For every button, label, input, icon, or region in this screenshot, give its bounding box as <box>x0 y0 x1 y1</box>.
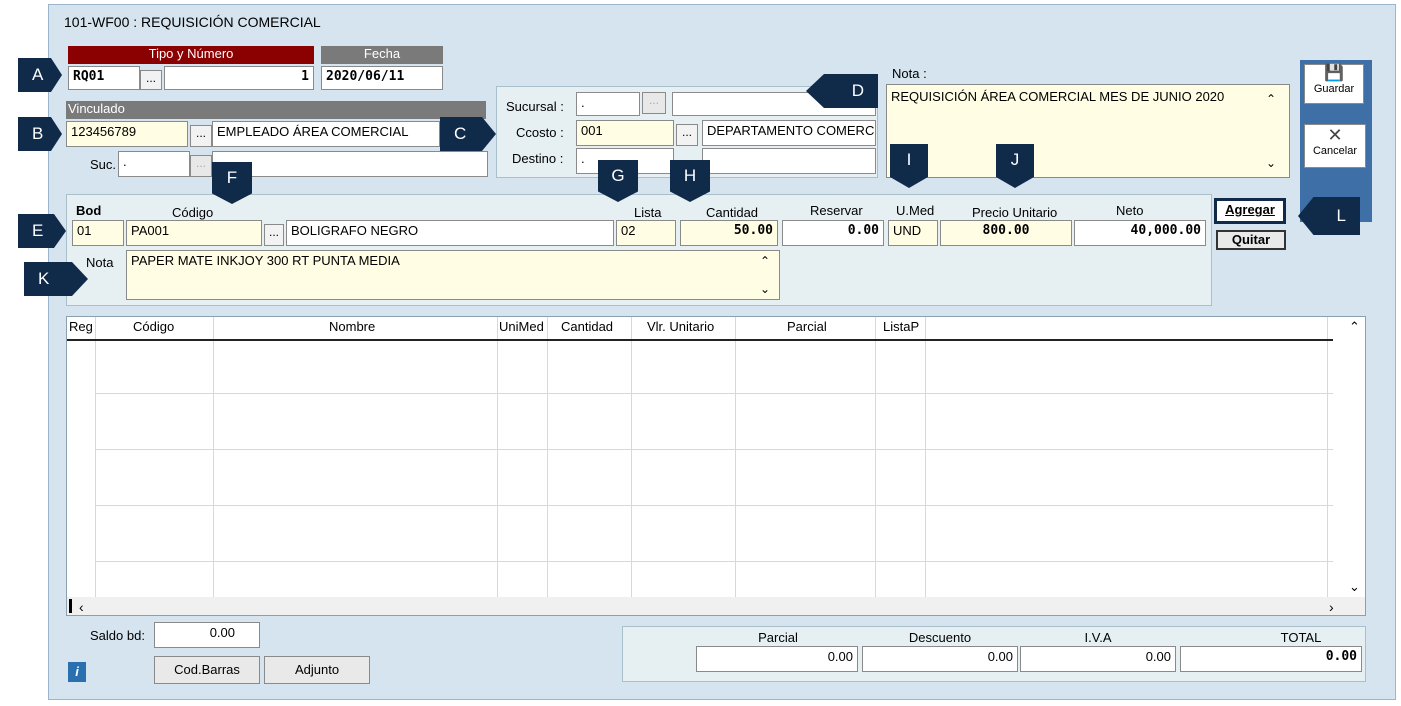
grid-row-divider <box>95 561 1335 562</box>
grid-header-unimed[interactable]: UniMed <box>499 319 544 334</box>
descuento-field: 0.00 <box>862 646 1018 672</box>
guardar-button[interactable]: 💾 Guardar <box>1304 64 1364 104</box>
chevron-down-icon[interactable]: ⌄ <box>1349 579 1360 595</box>
sucursal-lookup-button[interactable]: ... <box>642 92 666 114</box>
suc-name-field[interactable] <box>212 151 488 177</box>
tipo-field[interactable]: RQ01 <box>68 66 140 90</box>
suc-label: Suc. <box>90 157 117 172</box>
grid-col-divider <box>1327 317 1328 615</box>
grid-col-divider <box>925 317 926 615</box>
codigo-label: Código <box>172 205 214 220</box>
lista-field[interactable]: 02 <box>616 220 676 246</box>
ccosto-field[interactable]: 001 <box>576 120 674 146</box>
total-label: TOTAL <box>1280 630 1322 645</box>
descuento-label: Descuento <box>908 630 972 645</box>
cantidad-field[interactable]: 50.00 <box>680 220 778 246</box>
bod-field[interactable]: 01 <box>72 220 124 246</box>
grid-row-divider <box>95 505 1335 506</box>
grid-col-divider <box>631 317 632 615</box>
cancel-icon: ✕ <box>1327 125 1343 145</box>
chevron-right-icon[interactable]: › <box>1329 599 1334 615</box>
reservar-label: Reservar <box>810 203 863 218</box>
grid-header-nombre[interactable]: Nombre <box>329 319 375 334</box>
chevron-left-icon[interactable]: ‹ <box>79 599 84 615</box>
sucursal-label: Sucursal : <box>506 99 564 114</box>
cod-barras-button[interactable]: Cod.Barras <box>154 656 260 684</box>
grid-row-divider <box>95 393 1335 394</box>
grid-col-divider <box>95 317 96 615</box>
chevron-up-icon[interactable]: ⌃ <box>760 254 770 268</box>
ccosto-lookup-button[interactable]: ... <box>676 124 698 146</box>
grid-header-cantidad[interactable]: Cantidad <box>561 319 613 334</box>
codigo-lookup-button[interactable]: ... <box>264 224 284 246</box>
chevron-up-icon[interactable]: ⌃ <box>1266 92 1276 106</box>
grid-header-codigo[interactable]: Código <box>133 319 174 334</box>
grid-col-divider <box>213 317 214 615</box>
ccosto-name-field[interactable]: DEPARTAMENTO COMERC <box>702 120 876 146</box>
tipo-lookup-button[interactable]: ... <box>140 70 162 90</box>
nota-header-textarea[interactable]: REQUISICIÓN ÁREA COMERCIAL MES DE JUNIO … <box>886 84 1290 178</box>
grid-header-vlr-unitario[interactable]: Vlr. Unitario <box>647 319 714 334</box>
chevron-down-icon[interactable]: ⌄ <box>760 282 770 296</box>
cantidad-label: Cantidad <box>706 205 759 220</box>
chevron-up-icon[interactable]: ⌃ <box>1349 319 1360 335</box>
adjunto-button[interactable]: Adjunto <box>264 656 370 684</box>
items-grid[interactable]: Reg Código Nombre UniMed Cantidad Vlr. U… <box>66 316 1366 616</box>
window-title: 101-WF00 : REQUISICIÓN COMERCIAL <box>64 14 321 30</box>
precio-label: Precio Unitario <box>972 205 1058 220</box>
nota-header-label: Nota : <box>892 66 927 81</box>
grid-header-listap[interactable]: ListaP <box>883 319 919 334</box>
info-icon[interactable]: i <box>68 662 86 682</box>
item-nota-textarea[interactable]: PAPER MATE INKJOY 300 RT PUNTA MEDIA <box>126 250 780 300</box>
sucursal-field[interactable]: . <box>576 92 640 116</box>
saldo-label: Saldo bd: <box>90 628 145 643</box>
grid-row-divider <box>95 449 1335 450</box>
parcial-total-label: Parcial <box>758 630 798 645</box>
saldo-field[interactable]: 0.00 <box>154 622 260 648</box>
quitar-button[interactable]: Quitar <box>1216 230 1286 250</box>
vinculado-lookup-button[interactable]: ... <box>190 125 212 147</box>
destino-name-field[interactable] <box>702 148 876 174</box>
iva-label: I.V.A <box>1084 630 1112 645</box>
neto-label: Neto <box>1116 203 1144 218</box>
grid-header-parcial[interactable]: Parcial <box>787 319 827 334</box>
grid-col-divider <box>497 317 498 615</box>
lista-label: Lista <box>634 205 662 220</box>
iva-field: 0.00 <box>1020 646 1176 672</box>
suc-lookup-button[interactable]: ... <box>190 155 212 177</box>
item-desc-field[interactable]: BOLIGRAFO NEGRO <box>286 220 614 246</box>
tipo-numero-header: Tipo y Número <box>68 46 314 64</box>
umed-label: U.Med <box>896 203 935 218</box>
fecha-field[interactable]: 2020/06/11 <box>321 66 443 90</box>
reservar-field[interactable]: 0.00 <box>782 220 884 246</box>
scroll-cursor <box>69 599 72 613</box>
vinculado-name-field[interactable]: EMPLEADO ÁREA COMERCIAL <box>212 121 440 147</box>
grid-col-divider <box>735 317 736 615</box>
grid-col-divider <box>875 317 876 615</box>
total-field: 0.00 <box>1180 646 1362 672</box>
bod-label: Bod <box>76 203 102 218</box>
parcial-total-field: 0.00 <box>696 646 858 672</box>
vinculado-id-field[interactable]: 123456789 <box>66 121 188 147</box>
save-icon: 💾 <box>1324 65 1344 82</box>
agregar-button[interactable]: Agregar <box>1214 198 1286 224</box>
vertical-scrollbar[interactable] <box>1333 317 1365 597</box>
neto-field[interactable]: 40,000.00 <box>1074 220 1206 246</box>
suc-field[interactable]: . <box>118 151 190 177</box>
precio-field[interactable]: 800.00 <box>940 220 1072 246</box>
codigo-field[interactable]: PA001 <box>126 220 262 246</box>
horizontal-scrollbar[interactable] <box>67 597 1365 615</box>
grid-col-divider <box>547 317 548 615</box>
fecha-header: Fecha <box>321 46 443 64</box>
umed-field[interactable]: UND <box>888 220 938 246</box>
grid-header-line <box>67 339 1339 341</box>
vinculado-header: Vinculado <box>66 101 486 119</box>
destino-label: Destino : <box>512 151 564 166</box>
grid-header-reg[interactable]: Reg <box>69 319 93 334</box>
chevron-down-icon[interactable]: ⌄ <box>1266 156 1276 170</box>
ccosto-label: Ccosto : <box>516 125 564 140</box>
cancelar-button[interactable]: ✕ Cancelar <box>1304 124 1366 168</box>
item-nota-label: Nota <box>86 255 114 270</box>
numero-field[interactable]: 1 <box>164 66 314 90</box>
